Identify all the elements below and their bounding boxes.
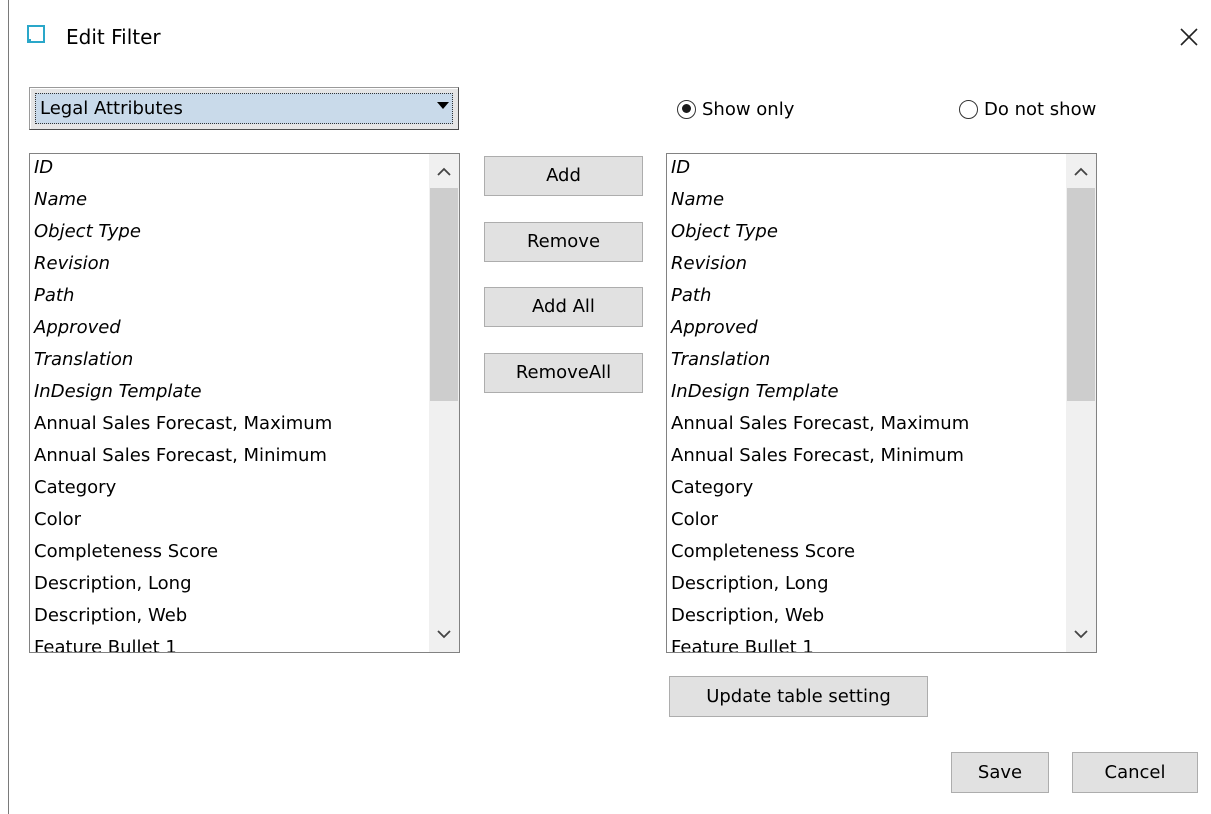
save-button[interactable]: Save	[951, 752, 1049, 793]
attribute-set-dropdown[interactable]: Legal Attributes	[29, 87, 459, 130]
list-item[interactable]: Completeness Score	[667, 536, 1066, 568]
window-border	[8, 0, 9, 814]
do-not-show-radio[interactable]: Do not show	[959, 96, 1096, 122]
chevron-up-icon	[1074, 167, 1088, 176]
list-item[interactable]: Path	[30, 280, 429, 312]
chevron-down-icon	[437, 630, 451, 639]
dropdown-selected-value: Legal Attributes	[35, 93, 453, 124]
list-item[interactable]: InDesign Template	[667, 376, 1066, 408]
list-item[interactable]: Path	[667, 280, 1066, 312]
list-item[interactable]: Object Type	[30, 216, 429, 248]
add-button[interactable]: Add	[484, 156, 643, 196]
list-item[interactable]: Category	[667, 472, 1066, 504]
list-item[interactable]: Object Type	[667, 216, 1066, 248]
list-item[interactable]: Name	[667, 184, 1066, 216]
list-item[interactable]: Translation	[667, 344, 1066, 376]
list-item[interactable]: ID	[30, 154, 429, 184]
list-item[interactable]: Description, Web	[30, 600, 429, 632]
do-not-show-label: Do not show	[984, 98, 1097, 120]
selected-attributes-items: ID Name Object Type Revision Path Approved Tra…	[667, 154, 1066, 652]
list-item[interactable]: InDesign Template	[30, 376, 429, 408]
chevron-up-icon	[437, 167, 451, 176]
selected-attributes-list[interactable]: ID Name Object Type Revision Path Approved Tra…	[666, 153, 1097, 653]
selected-list-scrollbar[interactable]	[1066, 154, 1096, 652]
list-item[interactable]: Feature Bullet 1	[30, 632, 429, 652]
list-item[interactable]: Completeness Score	[30, 536, 429, 568]
update-table-setting-button[interactable]: Update table setting	[669, 676, 928, 717]
chevron-down-icon	[1074, 630, 1088, 639]
available-attributes-list[interactable]: ID Name Object Type Revision Path Approved Tra…	[29, 153, 460, 653]
cancel-button[interactable]: Cancel	[1072, 752, 1198, 793]
list-item[interactable]: Description, Web	[667, 600, 1066, 632]
list-item[interactable]: Feature Bullet 1	[667, 632, 1066, 652]
scroll-thumb[interactable]	[430, 188, 458, 401]
scroll-up-button[interactable]	[1066, 154, 1096, 188]
dropdown-label: Legal Attributes	[40, 98, 183, 119]
scroll-down-button[interactable]	[1066, 618, 1096, 652]
scroll-thumb[interactable]	[1067, 188, 1095, 401]
list-item[interactable]: Revision	[30, 248, 429, 280]
list-item[interactable]: Name	[30, 184, 429, 216]
remove-all-button[interactable]: RemoveAll	[484, 353, 643, 393]
list-item[interactable]: ID	[667, 154, 1066, 184]
window-icon	[27, 25, 45, 43]
list-item[interactable]: Approved	[30, 312, 429, 344]
available-list-scrollbar[interactable]	[429, 154, 459, 652]
list-item[interactable]: Description, Long	[30, 568, 429, 600]
list-item[interactable]: Approved	[667, 312, 1066, 344]
window-title: Edit Filter	[66, 25, 161, 49]
remove-button[interactable]: Remove	[484, 222, 643, 262]
scroll-down-button[interactable]	[429, 618, 459, 652]
scroll-up-button[interactable]	[429, 154, 459, 188]
show-only-label: Show only	[702, 98, 795, 120]
available-attributes-items: ID Name Object Type Revision Path Approved Tra…	[30, 154, 429, 652]
show-only-radio[interactable]: Show only	[677, 96, 794, 122]
list-item[interactable]: Color	[30, 504, 429, 536]
list-item[interactable]: Annual Sales Forecast, Minimum	[667, 440, 1066, 472]
list-item[interactable]: Revision	[667, 248, 1066, 280]
add-all-button[interactable]: Add All	[484, 287, 643, 327]
dropdown-arrow-icon	[437, 102, 449, 109]
title-bar	[9, 0, 1211, 76]
show-only-radio-circle	[677, 99, 696, 119]
list-item[interactable]: Description, Long	[667, 568, 1066, 600]
list-item[interactable]: Category	[30, 472, 429, 504]
list-item[interactable]: Annual Sales Forecast, Maximum	[30, 408, 429, 440]
do-not-show-radio-circle	[959, 99, 978, 119]
close-icon	[1180, 28, 1198, 46]
close-button[interactable]	[1172, 20, 1206, 54]
list-item[interactable]: Annual Sales Forecast, Minimum	[30, 440, 429, 472]
list-item[interactable]: Translation	[30, 344, 429, 376]
list-item[interactable]: Annual Sales Forecast, Maximum	[667, 408, 1066, 440]
list-item[interactable]: Color	[667, 504, 1066, 536]
